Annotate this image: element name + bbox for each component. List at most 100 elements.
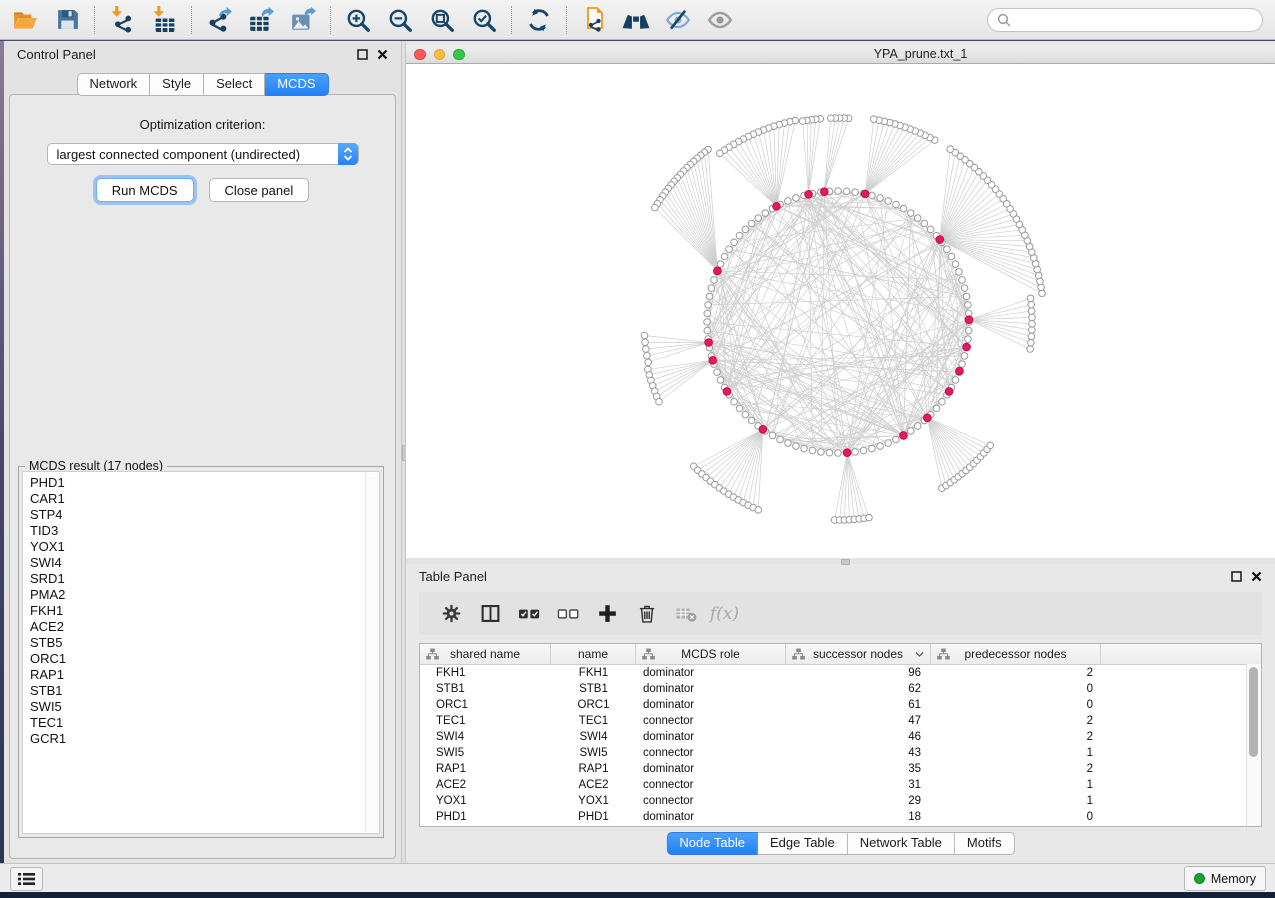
table-cell: 2 [931,731,1101,743]
mcds-result-item[interactable]: STP4 [30,507,363,523]
table-row[interactable]: PHD1PHD1dominator180 [420,809,1261,825]
table-row[interactable]: SWI5SWI5connector431 [420,745,1261,761]
tab-select[interactable]: Select [204,73,265,96]
mcds-result-item[interactable]: STB5 [30,635,363,651]
refresh-layout-button[interactable] [518,4,560,36]
mcds-result-item[interactable]: FKH1 [30,603,363,619]
table-cell: 61 [786,699,931,711]
horizontal-splitter[interactable] [406,558,1275,564]
toolbar-separator [566,6,567,34]
deselect-all-rows-button[interactable] [549,599,588,629]
network-canvas[interactable] [406,64,1275,558]
hide-selected-button[interactable] [657,4,699,36]
dropdown-stepper-icon [338,143,358,165]
network-window-titlebar[interactable]: YPA_prune.txt_1 [406,45,1275,64]
column-header-successor-nodes[interactable]: successor nodes [786,644,931,664]
column-header-MCDS-role[interactable]: MCDS role [636,644,786,664]
apply-function-button[interactable]: f(x) [705,599,744,629]
table-row[interactable]: FKH1FKH1dominator962 [420,665,1261,681]
mcds-result-item[interactable]: TID3 [30,523,363,539]
tab-node-table[interactable]: Node Table [666,832,758,855]
tab-edge-table[interactable]: Edge Table [758,832,848,855]
table-row[interactable]: YOX1YOX1connector291 [420,793,1261,809]
mcds-result-item[interactable]: YOX1 [30,539,363,555]
close-panel-button[interactable]: Close panel [209,178,310,202]
mcds-result-item[interactable]: ORC1 [30,651,363,667]
memory-button[interactable]: Memory [1184,866,1266,891]
mcds-result-item[interactable]: PHD1 [30,475,363,491]
open-file-button[interactable] [4,4,46,36]
table-cell: PHD1 [551,811,636,823]
close-panel-icon[interactable] [377,49,388,60]
import-network-button[interactable] [101,4,143,36]
network-graph[interactable] [406,64,1275,558]
toolbar-separator [191,6,192,34]
column-visibility-button[interactable] [471,599,510,629]
selected-criterion: largest connected component (undirected) [48,147,301,162]
mcds-result-item[interactable]: PMA2 [30,587,363,603]
column-header-predecessor-nodes[interactable]: predecessor nodes [931,644,1101,664]
import-table-button[interactable] [143,4,185,36]
mcds-result-item[interactable]: TEC1 [30,715,363,731]
tab-network-table[interactable]: Network Table [848,832,955,855]
table-row[interactable]: SWI4SWI4dominator462 [420,729,1261,745]
mcds-result-item[interactable]: RAP1 [30,667,363,683]
table-cell: 0 [931,811,1101,823]
save-session-button[interactable] [46,4,88,36]
float-window-icon[interactable] [357,49,368,60]
run-mcds-button[interactable]: Run MCDS [96,178,194,202]
scrollbar-thumb[interactable] [1249,667,1258,757]
table-row[interactable]: RAP1RAP1dominator352 [420,761,1261,777]
column-header-name[interactable]: name [551,644,636,664]
select-all-rows-button[interactable] [510,599,549,629]
mcds-list-scrollbar[interactable] [365,473,378,832]
table-scrollbar[interactable] [1246,664,1261,826]
delete-rows-button[interactable] [627,599,666,629]
tab-mcds[interactable]: MCDS [265,73,328,96]
mcds-result-item[interactable]: SWI4 [30,555,363,571]
zoom-fit-button[interactable] [421,4,463,36]
search-input[interactable] [1017,11,1253,28]
table-row[interactable]: ACE2ACE2connector311 [420,777,1261,793]
show-all-button[interactable] [699,4,741,36]
delete-table-button[interactable] [666,599,705,629]
add-row-button[interactable] [588,599,627,629]
table-cell: 2 [931,667,1101,679]
eye-slash-icon [665,7,691,33]
mcds-result-item[interactable]: STB1 [30,683,363,699]
export-network-button[interactable] [198,4,240,36]
search-box[interactable] [987,8,1263,32]
binoculars-icon [622,6,650,34]
export-table-button[interactable] [240,4,282,36]
table-row[interactable]: STB1STB1dominator620 [420,681,1261,697]
table-row[interactable]: ORC1ORC1dominator610 [420,697,1261,713]
zoom-in-button[interactable] [337,4,379,36]
tab-style[interactable]: Style [150,73,204,96]
export-image-button[interactable] [282,4,324,36]
close-panel-icon[interactable] [1251,571,1262,582]
table-row[interactable]: TEC1TEC1connector472 [420,713,1261,729]
task-history-button[interactable] [10,867,43,891]
optimization-criterion-select[interactable]: largest connected component (undirected) [47,143,359,165]
mcds-result-item[interactable]: GCR1 [30,731,363,747]
table-settings-button[interactable] [432,599,471,629]
tab-network[interactable]: Network [76,73,150,96]
column-header-shared-name[interactable]: shared name [420,644,551,664]
table-cell: 0 [931,683,1101,695]
first-neighbors-button[interactable] [615,4,657,36]
mcds-result-item[interactable]: SRD1 [30,571,363,587]
zoom-out-button[interactable] [379,4,421,36]
zoom-selected-button[interactable] [463,4,505,36]
refresh-icon [527,8,551,32]
tab-motifs[interactable]: Motifs [955,832,1015,855]
share-document-button[interactable] [573,4,615,36]
table-cell: connector [636,779,786,791]
mcds-result-item[interactable]: SWI5 [30,699,363,715]
table-header-row: shared namenameMCDS rolesuccessor nodesp… [420,644,1261,665]
mcds-result-item[interactable]: CAR1 [30,491,363,507]
mcds-result-list[interactable]: PHD1CAR1STP4TID3YOX1SWI4SRD1PMA2FKH1ACE2… [22,471,380,834]
mcds-result-item[interactable]: ACE2 [30,619,363,635]
table-cell: 46 [786,731,931,743]
table-cell: FKH1 [420,667,551,679]
float-window-icon[interactable] [1231,571,1242,582]
